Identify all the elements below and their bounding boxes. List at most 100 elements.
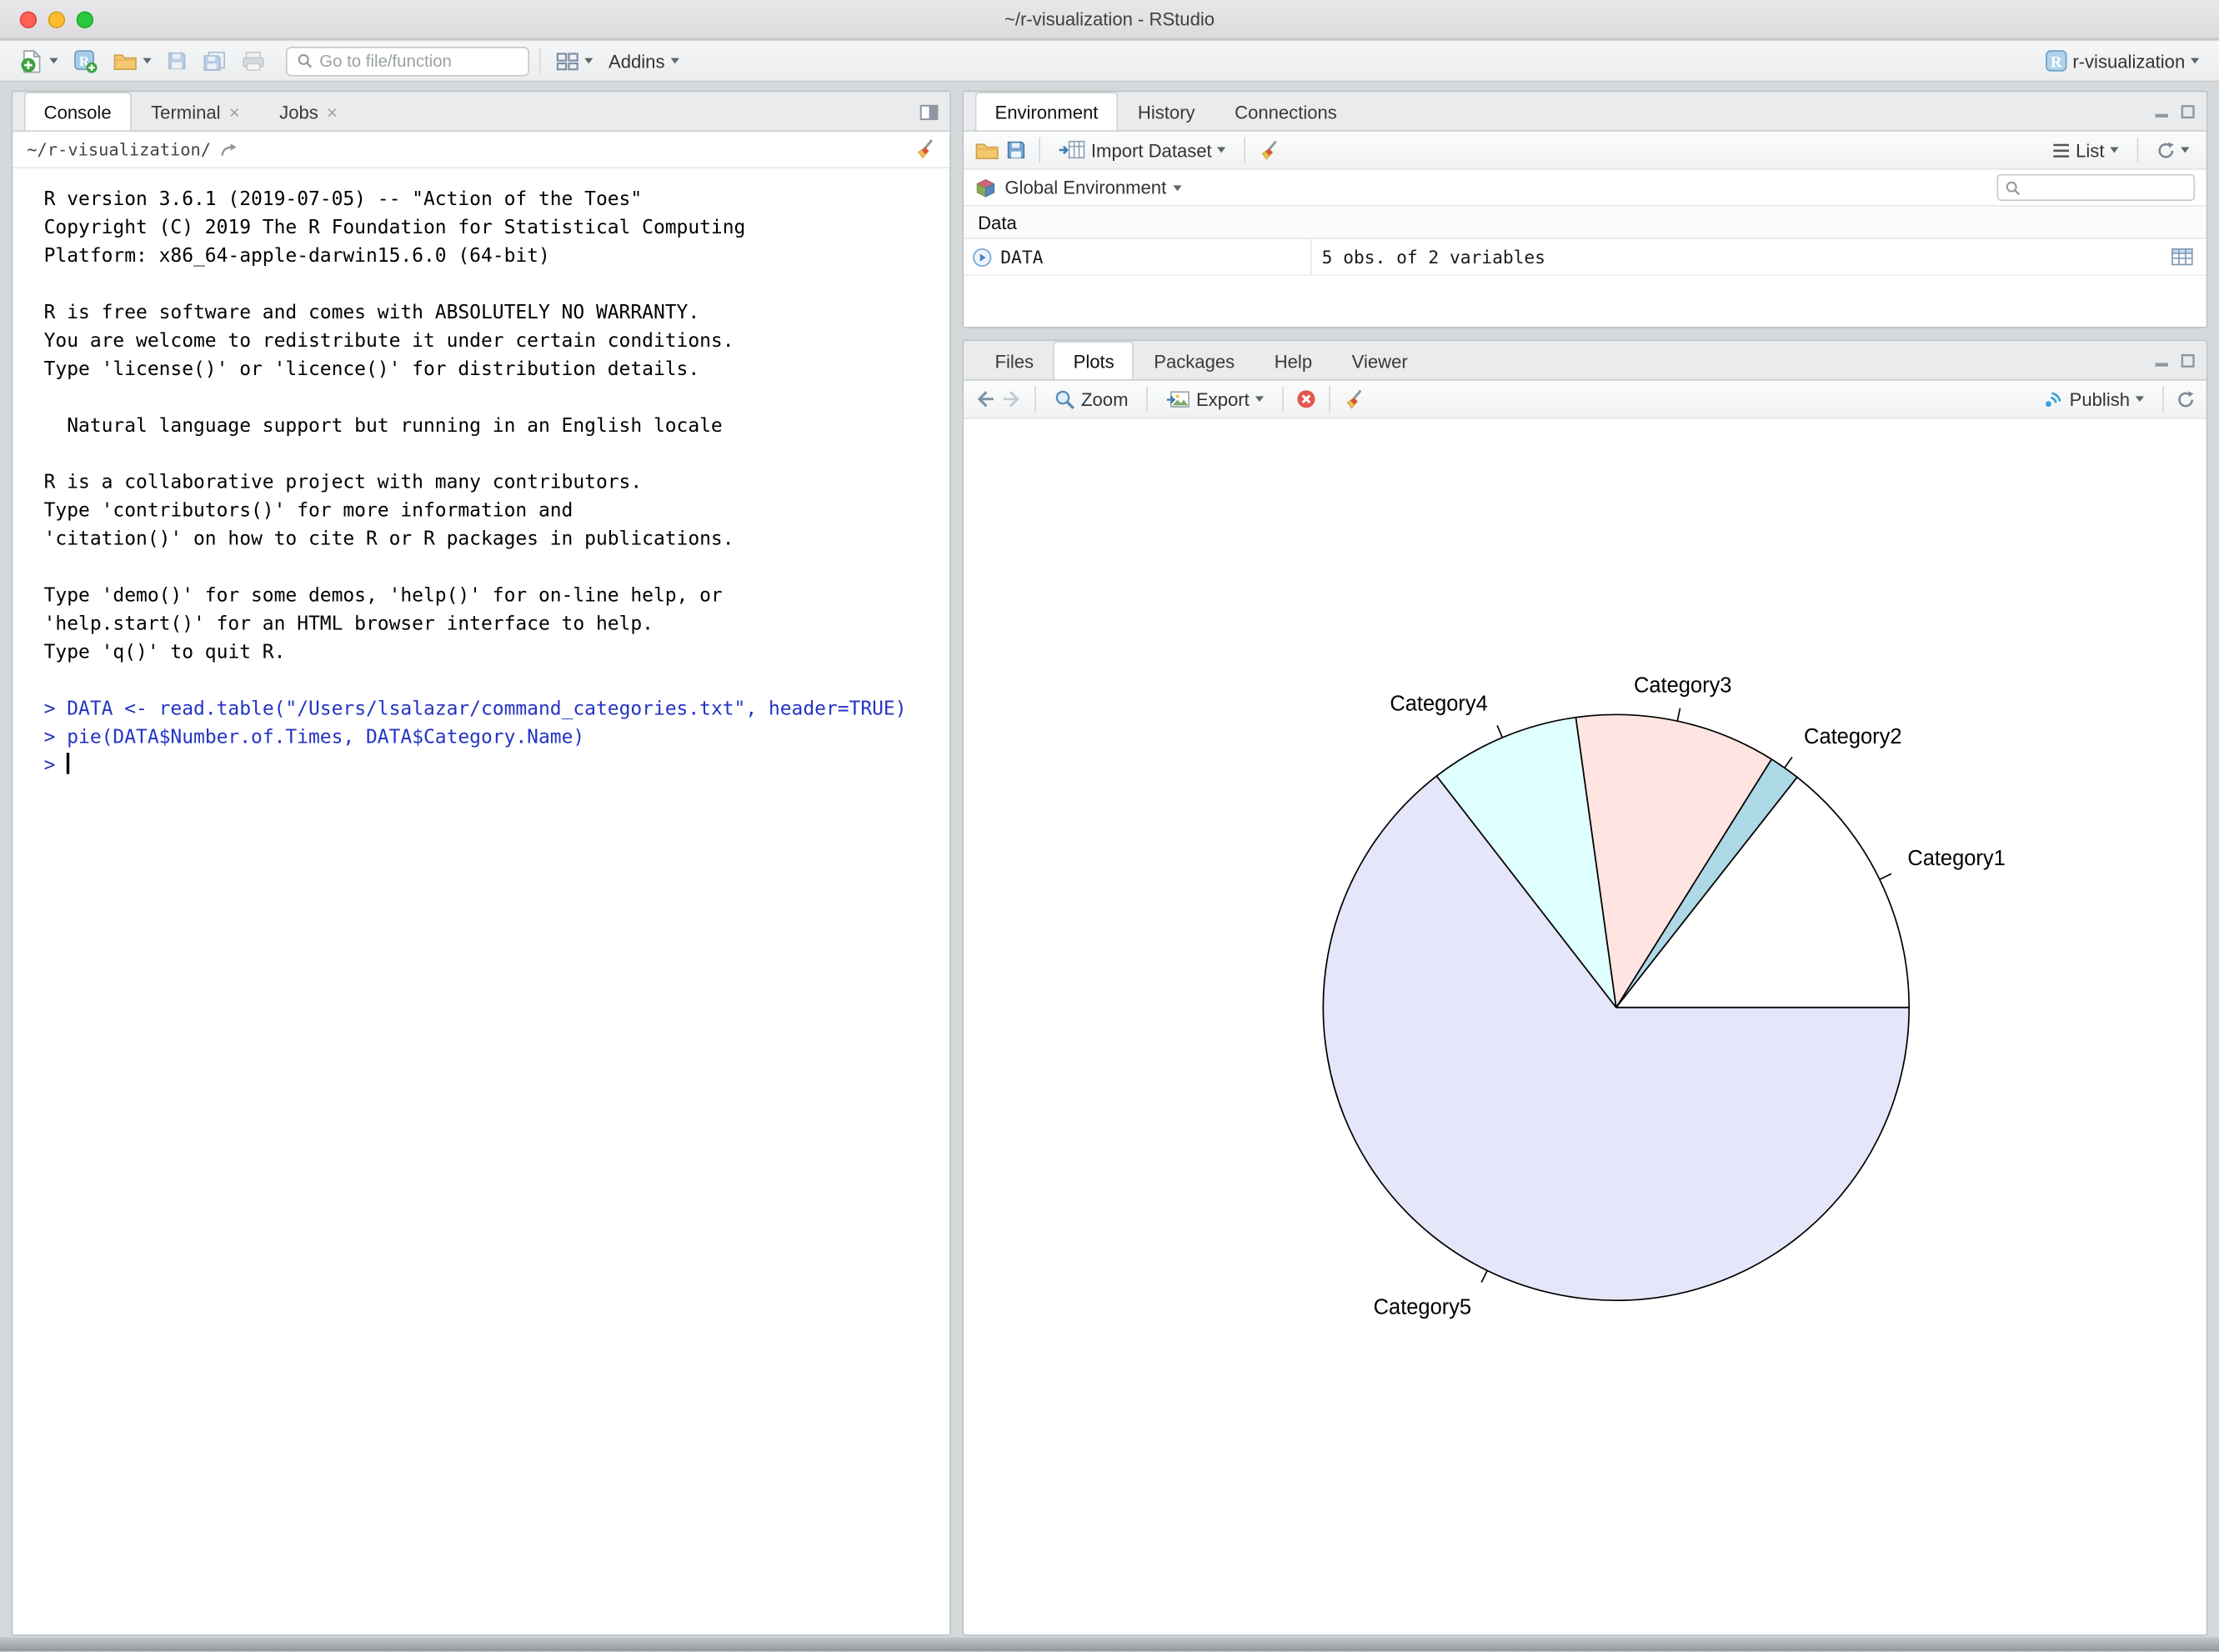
import-dataset-button[interactable]: Import Dataset [1053,137,1231,163]
plots-tab-label: Files [994,350,1034,371]
console-output-line [44,667,950,695]
expand-object-icon[interactable] [972,247,992,267]
console-output-line [44,383,950,412]
toolbar-separator [2162,386,2164,412]
plots-tabbar: Files PlotsPackages Help Viewer [964,341,2206,381]
console-output-line: 'citation()' on how to cite R or R packa… [44,525,950,553]
goto-working-directory-icon[interactable] [221,143,238,157]
load-workspace-button[interactable] [975,141,999,159]
import-dataset-icon [1059,140,1085,160]
rstudio-window: ~/r-visualization - RStudio R [0,0,2219,1651]
console-output[interactable]: R version 3.6.1 (2019-07-05) -- "Action … [13,168,949,779]
toolbar-separator [539,48,541,74]
plots-tab-packages[interactable]: Packages [1134,341,1254,379]
plots-tab-plots[interactable]: Plots [1054,341,1135,379]
open-folder-icon [113,52,138,70]
console-tab-jobs[interactable]: Jobs× [259,92,357,130]
console-command-line: > DATA <- read.table("/Users/lsalazar/co… [44,695,950,723]
environment-toolbar: Import Dataset List [964,132,2206,170]
object-name[interactable]: DATA [1000,246,1310,267]
list-view-caret-icon [2110,148,2118,153]
export-icon [1166,390,1190,408]
toolbar-separator [2137,138,2139,163]
publish-plot-button[interactable]: Publish [2037,386,2150,413]
import-dataset-label: Import Dataset [1091,139,1212,160]
environment-tab-label: Connections [1235,101,1337,122]
window-title: ~/r-visualization - RStudio [0,0,2219,40]
publish-icon [2042,390,2063,408]
print-button[interactable] [237,48,271,74]
clear-console-button[interactable] [914,138,935,159]
pie-label-category5: Category5 [1374,1295,1471,1319]
environment-tab-label: Environment [994,101,1098,122]
toolbar-separator [1034,386,1036,412]
environment-search-input[interactable] [2026,178,2186,198]
environment-view-mode-button[interactable]: List [2046,137,2124,163]
save-all-icon [203,50,227,71]
maximize-plots-pane-icon[interactable] [2181,353,2195,368]
console-output-line: 'help.start()' for an HTML browser inter… [44,610,950,638]
plots-tab-help[interactable]: Help [1255,341,1332,379]
console-tab-console[interactable]: Console [24,92,132,130]
addins-button[interactable]: Addins [603,48,684,74]
environment-search [1996,174,2195,201]
environment-scope-button[interactable]: Global Environment [1004,177,1182,198]
project-menu-button[interactable]: R r-visualization [2039,47,2205,75]
console-output-line: Type 'contributors()' for more informati… [44,497,950,525]
close-jobs-tab-icon[interactable]: × [327,103,338,121]
svg-text:R: R [2050,53,2061,71]
toolbar-separator [1039,138,1040,163]
console-text-cursor [67,753,69,773]
pie-label-category1: Category1 [1907,847,2005,870]
environment-tab-connections[interactable]: Connections [1215,92,1356,130]
open-file-button[interactable] [108,49,157,73]
environment-tab-history[interactable]: History [1118,92,1215,130]
next-plot-button[interactable] [1002,391,1022,408]
environment-scope-caret-icon [1174,185,1182,191]
remove-plot-button[interactable] [1296,389,1316,409]
refresh-plot-button[interactable] [2176,390,2195,408]
refresh-environment-button[interactable] [2151,138,2196,163]
plots-tab-files[interactable]: Files [975,341,1054,379]
pie-label-tick [1880,874,1891,879]
goto-file-icon [298,53,313,69]
pie-label-tick [1481,1270,1487,1282]
toolbar-separator [1282,386,1284,412]
console-tab-terminal[interactable]: Terminal× [131,92,259,130]
plots-tab-label: Help [1275,350,1312,371]
goto-file-input[interactable] [319,51,518,71]
environment-tab-environment[interactable]: Environment [975,92,1118,130]
new-project-button[interactable]: R [68,46,103,76]
save-all-button[interactable] [197,48,232,74]
export-plot-button[interactable]: Export [1161,386,1270,413]
console-output-line: R version 3.6.1 (2019-07-05) -- "Action … [44,185,950,213]
plots-tab-viewer[interactable]: Viewer [1332,341,1428,379]
zoom-plot-button[interactable]: Zoom [1049,386,1134,413]
console-prompt-line[interactable]: > [44,751,950,779]
minimize-environment-pane-icon[interactable] [2154,105,2170,119]
minimize-plots-pane-icon[interactable] [2154,353,2170,368]
console-output-line: R is free software and comes with ABSOLU… [44,298,950,327]
clear-all-plots-button[interactable] [1343,388,1364,409]
save-workspace-button[interactable] [1006,140,1026,160]
console-tabbar: Console Terminal×Jobs× [13,92,949,132]
console-tab-label: Console [44,101,112,122]
clear-environment-button[interactable] [1259,139,1280,160]
console-header: ~/r-visualization/ [13,132,949,168]
previous-plot-button[interactable] [975,391,995,408]
pane-layout-button[interactable] [550,49,599,73]
environment-object-row[interactable]: DATA5 obs. of 2 variables [964,239,2206,276]
environment-scope-row: Global Environment [964,170,2206,207]
save-button[interactable] [162,48,193,74]
environment-cube-icon [975,178,996,198]
console-output-line [44,553,950,582]
titlebar: ~/r-visualization - RStudio [0,0,2219,40]
maximize-console-pane-icon[interactable] [920,104,939,120]
new-file-button[interactable] [14,46,63,76]
environment-object-list: DATA5 obs. of 2 variables [964,239,2206,276]
toolbar-separator [1329,386,1330,412]
maximize-environment-pane-icon[interactable] [2181,105,2195,119]
view-data-grid-icon[interactable] [2171,248,2193,266]
refresh-caret-icon [2181,148,2189,153]
close-terminal-tab-icon[interactable]: × [229,103,240,121]
